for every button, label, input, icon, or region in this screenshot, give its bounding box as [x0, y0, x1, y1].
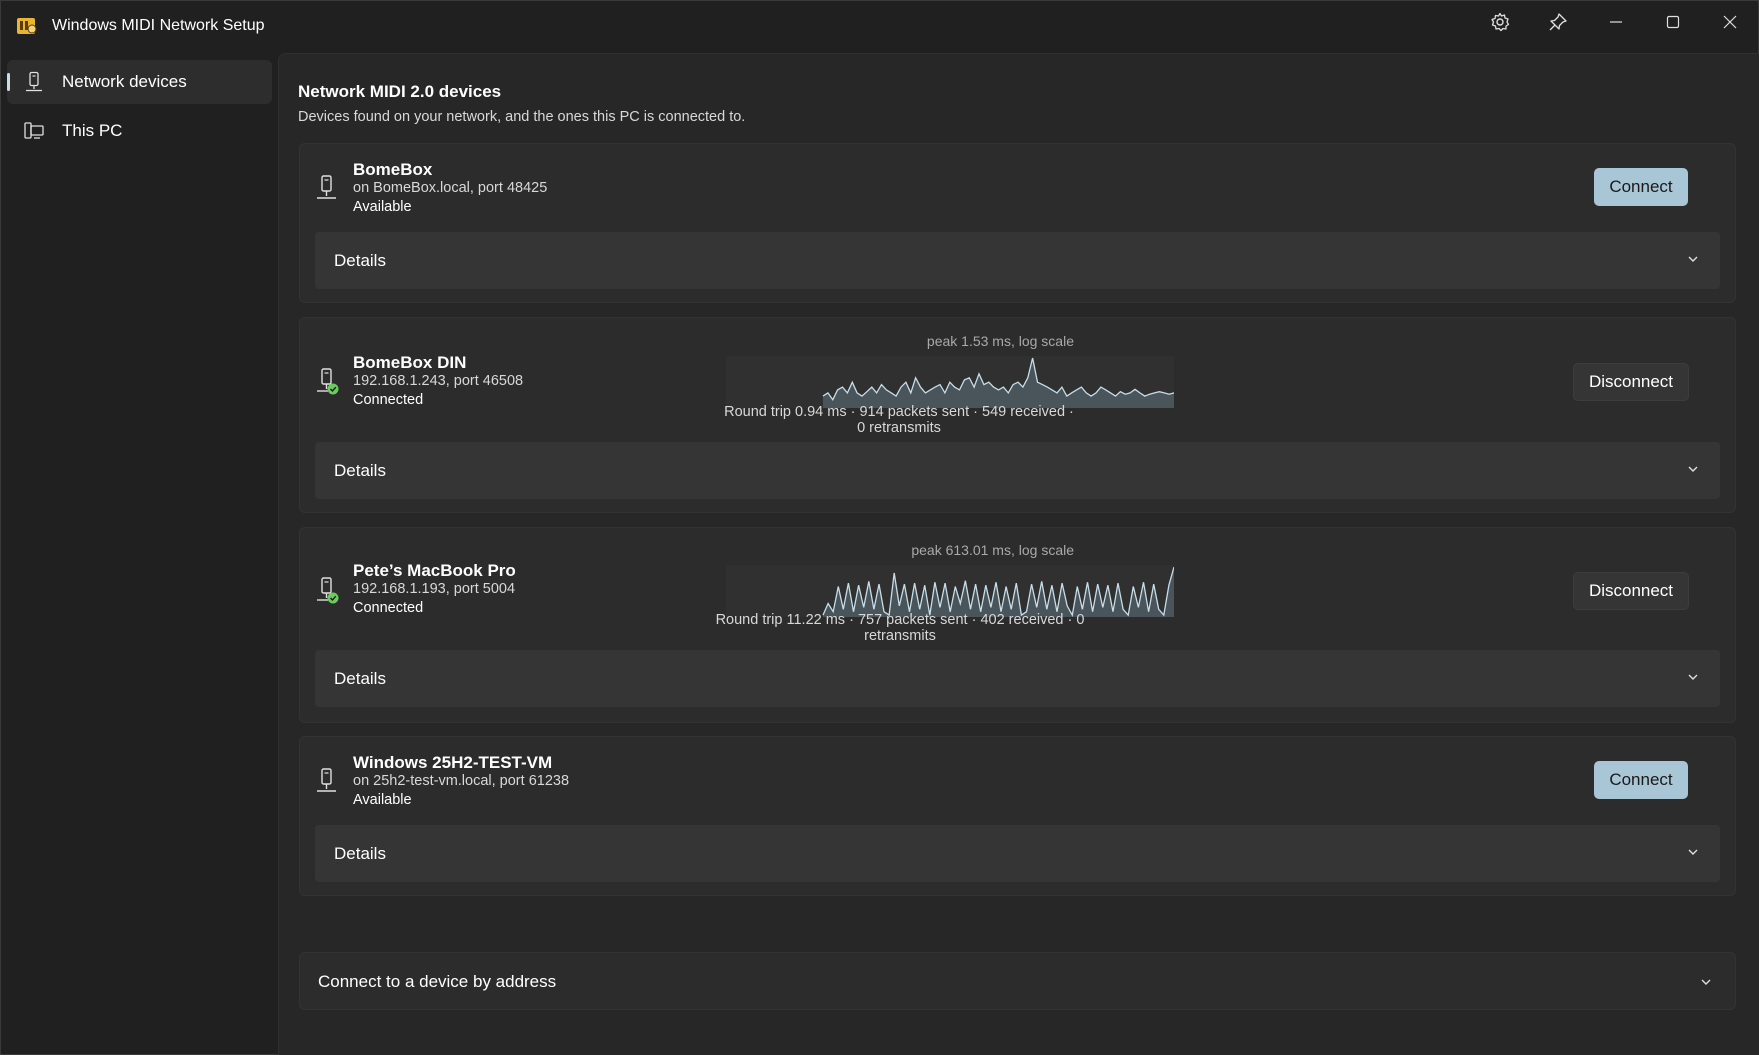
- details-label: Details: [334, 844, 386, 863]
- details-label: Details: [334, 669, 386, 688]
- details-label: Details: [334, 461, 386, 480]
- disconnect-button[interactable]: Disconnect: [1573, 572, 1689, 610]
- details-expander[interactable]: Details: [315, 442, 1720, 499]
- sidebar-item-label: This PC: [62, 121, 123, 140]
- network-device-connected-icon: [317, 368, 339, 395]
- maximize-button[interactable]: [1645, 1, 1701, 43]
- details-expander[interactable]: Details: [315, 825, 1720, 882]
- sidebar-item-label: Network devices: [62, 72, 187, 91]
- network-device-icon: [317, 768, 336, 792]
- device-name: Windows 25H2-TEST-VM: [353, 753, 553, 772]
- device-name: BomeBox DIN: [353, 353, 467, 372]
- chevron-down-icon: [1688, 256, 1698, 262]
- device-card: BomeBox DIN 192.168.1.243, port 46508 Co…: [299, 317, 1736, 513]
- sidebar: Network devices This PC: [1, 53, 278, 1053]
- details-expander[interactable]: Details: [315, 232, 1720, 289]
- device-name: BomeBox: [353, 160, 433, 179]
- minimize-button[interactable]: [1588, 1, 1644, 43]
- device-address: 192.168.1.243, port 46508: [353, 373, 524, 389]
- page-subtitle: Devices found on your network, and the o…: [298, 109, 746, 125]
- page-title: Network MIDI 2.0 devices: [298, 82, 502, 101]
- device-address: 192.168.1.193, port 5004: [353, 581, 516, 597]
- device-address: on 25h2-test-vm.local, port 61238: [353, 773, 570, 789]
- connect-button[interactable]: Connect: [1594, 168, 1688, 206]
- latency-peak-label: peak 1.53 ms, log scale: [926, 333, 1074, 349]
- settings-button[interactable]: [1472, 1, 1528, 43]
- app-icon: [17, 18, 37, 34]
- latency-graph: [726, 356, 1174, 408]
- sidebar-item-network-devices[interactable]: Network devices: [7, 60, 272, 104]
- details-expander[interactable]: Details: [315, 650, 1720, 707]
- details-label: Details: [334, 251, 386, 270]
- selection-indicator: [7, 73, 10, 91]
- connect-by-address-label: Connect to a device by address: [318, 972, 557, 991]
- latency-peak-label: peak 613.01 ms, log scale: [911, 542, 1074, 558]
- chevron-down-icon: [1688, 466, 1698, 472]
- app-window: Windows MIDI Network Setup Network devic…: [0, 0, 1759, 1055]
- device-status: Connected: [353, 600, 424, 616]
- device-status: Connected: [353, 392, 424, 408]
- network-device-icon: [26, 71, 42, 92]
- network-device-icon: [317, 175, 336, 199]
- settings-icon: [1491, 12, 1510, 32]
- connection-stats: Round trip 11.22 ms · 757 packets sent ·…: [715, 612, 1085, 644]
- chevron-down-icon: [1688, 849, 1698, 855]
- device-address: on BomeBox.local, port 48425: [353, 180, 548, 196]
- window-title: Windows MIDI Network Setup: [52, 17, 265, 34]
- pin-button[interactable]: [1530, 1, 1586, 43]
- connection-stats: Round trip 0.94 ms · 914 packets sent · …: [724, 404, 1074, 436]
- close-icon: [1723, 15, 1737, 29]
- pin-icon: [1549, 13, 1567, 31]
- device-status: Available: [353, 792, 412, 808]
- sidebar-item-this-pc[interactable]: This PC: [7, 109, 272, 153]
- this-pc-icon: [24, 122, 44, 139]
- main-content: Network MIDI 2.0 devices Devices found o…: [278, 53, 1759, 1055]
- close-button[interactable]: [1702, 1, 1758, 43]
- maximize-icon: [1666, 15, 1680, 29]
- title-bar: Windows MIDI Network Setup: [1, 1, 1758, 53]
- connect-button[interactable]: Connect: [1594, 761, 1688, 799]
- connect-by-address-expander[interactable]: Connect to a device by address: [299, 952, 1736, 1010]
- network-device-connected-icon: [317, 577, 339, 604]
- device-status: Available: [353, 199, 412, 215]
- chevron-down-icon: [1688, 674, 1698, 680]
- device-card: Windows 25H2-TEST-VM on 25h2-test-vm.loc…: [299, 736, 1736, 896]
- disconnect-button[interactable]: Disconnect: [1573, 363, 1689, 401]
- device-name: Pete’s MacBook Pro: [353, 561, 516, 580]
- minimize-icon: [1610, 21, 1622, 23]
- chevron-down-icon: [1701, 979, 1711, 985]
- device-card: BomeBox on BomeBox.local, port 48425 Ava…: [299, 143, 1736, 303]
- latency-graph: [726, 565, 1174, 617]
- device-card: Pete’s MacBook Pro 192.168.1.193, port 5…: [299, 527, 1736, 723]
